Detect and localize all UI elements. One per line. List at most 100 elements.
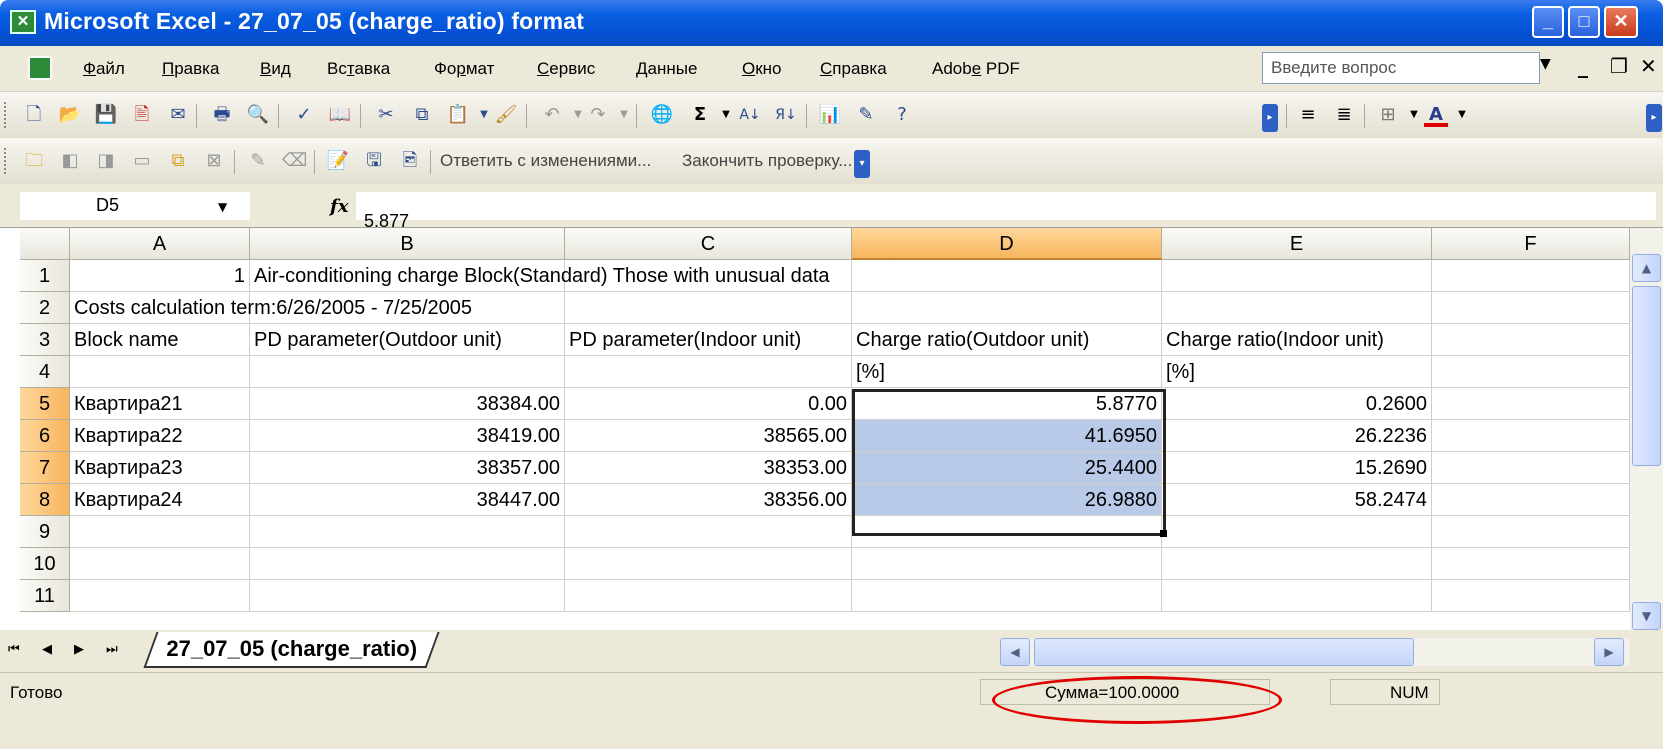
permission-icon[interactable]: 🖹 — [130, 103, 154, 127]
fill-handle[interactable] — [1160, 530, 1167, 537]
cell-a4[interactable] — [70, 356, 250, 388]
cell-f4[interactable] — [1432, 356, 1630, 388]
column-header-a[interactable]: A — [70, 228, 250, 260]
cell-e6[interactable]: 26.2236 — [1162, 420, 1432, 452]
undo-icon[interactable]: ↶ — [540, 103, 564, 127]
ink-icon[interactable]: ✎ — [246, 149, 270, 173]
email-icon[interactable]: ✉ — [166, 103, 190, 127]
chart-wizard-icon[interactable]: 📊 — [818, 103, 842, 127]
insert-function-icon[interactable]: fx — [330, 196, 348, 217]
cell-c2[interactable] — [565, 292, 852, 324]
cell-d7[interactable]: 25.4400 — [852, 452, 1162, 484]
cell-f7[interactable] — [1432, 452, 1630, 484]
cell-e8[interactable]: 58.2474 — [1162, 484, 1432, 516]
cell-d9[interactable] — [852, 516, 1162, 548]
doc-close-icon[interactable]: ✕ — [1640, 54, 1657, 78]
cell-e1[interactable] — [1162, 260, 1432, 292]
cell-f10[interactable] — [1432, 548, 1630, 580]
cell-a6[interactable]: Квартира22 — [70, 420, 250, 452]
doc-minimize-icon[interactable]: _ — [1578, 54, 1588, 78]
vertical-scroll-thumb[interactable] — [1632, 286, 1661, 466]
sort-ascending-icon[interactable]: A↓ — [738, 103, 762, 127]
help-question-input[interactable]: Введите вопрос — [1262, 52, 1540, 84]
cell-e7[interactable]: 15.2690 — [1162, 452, 1432, 484]
next-comment-icon[interactable]: ◨ — [94, 149, 118, 173]
horizontal-scroll-thumb[interactable] — [1034, 638, 1414, 666]
cell-f2[interactable] — [1432, 292, 1630, 324]
spelling-icon[interactable]: ✓ — [292, 103, 316, 127]
cell-b6[interactable]: 38419.00 — [250, 420, 565, 452]
column-header-f[interactable]: F — [1432, 228, 1630, 260]
menu-file[interactable]: Файл — [83, 59, 125, 79]
cell-e11[interactable] — [1162, 580, 1432, 612]
cell-f11[interactable] — [1432, 580, 1630, 612]
menu-window[interactable]: Окно — [742, 59, 782, 79]
new-comment-icon[interactable]: 🗀 — [22, 149, 46, 173]
cell-a11[interactable] — [70, 580, 250, 612]
align-center-icon[interactable]: ≣ — [1332, 103, 1356, 127]
next-sheet-icon[interactable]: ▶ — [74, 642, 84, 657]
cell-d6[interactable]: 41.6950 — [852, 420, 1162, 452]
toolbar-options-icon[interactable]: ▸ — [1646, 104, 1662, 132]
menu-help[interactable]: Справка — [820, 59, 887, 79]
name-box[interactable]: D5 — [20, 192, 250, 220]
cell-b11[interactable] — [250, 580, 565, 612]
cell-b2[interactable] — [250, 292, 565, 324]
menu-edit[interactable]: Правка — [162, 59, 219, 79]
send-to-icon[interactable]: 🖻 — [398, 149, 422, 173]
redo-icon[interactable]: ↷ — [586, 103, 610, 127]
toolbar-options-icon[interactable]: ▾ — [854, 150, 870, 178]
cell-d2[interactable] — [852, 292, 1162, 324]
prev-sheet-icon[interactable]: ◀ — [42, 642, 52, 657]
menu-insert[interactable]: Вставка — [327, 59, 390, 79]
cell-b4[interactable] — [250, 356, 565, 388]
cut-icon[interactable]: ✂ — [374, 103, 398, 127]
cell-a9[interactable] — [70, 516, 250, 548]
sort-descending-icon[interactable]: Я↓ — [774, 103, 798, 127]
cell-f6[interactable] — [1432, 420, 1630, 452]
cell-a1[interactable]: 1 — [70, 260, 250, 292]
row-header-7[interactable]: 7 — [20, 452, 70, 484]
borders-icon[interactable]: ⊞ — [1376, 103, 1400, 127]
last-sheet-icon[interactable]: ⏭ — [106, 642, 118, 657]
name-box-dropdown-icon[interactable]: ▼ — [218, 200, 227, 214]
delete-comment-icon[interactable]: ⊠ — [202, 149, 226, 173]
erase-ink-icon[interactable]: ⌫ — [282, 149, 307, 173]
column-header-c[interactable]: C — [565, 228, 852, 260]
prev-comment-icon[interactable]: ◧ — [58, 149, 82, 173]
show-all-comments-icon[interactable]: ⧉ — [166, 149, 190, 173]
cell-c9[interactable] — [565, 516, 852, 548]
track-changes-icon[interactable]: 📝 — [326, 149, 350, 173]
cell-d4[interactable]: [%] — [852, 356, 1162, 388]
print-icon[interactable]: 🖶 — [210, 103, 234, 127]
update-file-icon[interactable]: 🖫 — [362, 149, 386, 173]
cell-b9[interactable] — [250, 516, 565, 548]
paste-icon[interactable]: 📋 — [446, 103, 470, 127]
row-header-2[interactable]: 2 — [20, 292, 70, 324]
print-preview-icon[interactable]: 🔍 — [246, 103, 270, 127]
cell-e4[interactable]: [%] — [1162, 356, 1432, 388]
open-icon[interactable]: 📂 — [58, 103, 82, 127]
cell-c5[interactable]: 0.00 — [565, 388, 852, 420]
toolbar-options-icon[interactable]: ▸ — [1262, 104, 1278, 132]
redo-dropdown-icon[interactable]: ▼ — [612, 103, 636, 127]
row-header-5[interactable]: 5 — [20, 388, 70, 420]
cell-e9[interactable] — [1162, 516, 1432, 548]
cell-e10[interactable] — [1162, 548, 1432, 580]
autosum-icon[interactable]: Σ — [688, 103, 712, 127]
sheet-tab[interactable]: 27_07_05 (charge_ratio) — [143, 632, 440, 668]
cell-c7[interactable]: 38353.00 — [565, 452, 852, 484]
cell-c6[interactable]: 38565.00 — [565, 420, 852, 452]
font-color-icon[interactable]: A — [1424, 103, 1448, 127]
reply-with-changes-button[interactable]: Ответить с изменениями... — [440, 151, 651, 171]
cell-d10[interactable] — [852, 548, 1162, 580]
cell-f1[interactable] — [1432, 260, 1630, 292]
column-header-e[interactable]: E — [1162, 228, 1432, 260]
maximize-button[interactable]: □ — [1568, 6, 1600, 38]
row-header-8[interactable]: 8 — [20, 484, 70, 516]
scroll-left-icon[interactable]: ◀ — [1000, 638, 1030, 666]
cell-c8[interactable]: 38356.00 — [565, 484, 852, 516]
cell-e3[interactable]: Charge ratio(Indoor unit) — [1162, 324, 1432, 356]
menu-adobe-pdf[interactable]: Adobe PDF — [932, 59, 1020, 79]
cell-c1[interactable] — [565, 260, 852, 292]
